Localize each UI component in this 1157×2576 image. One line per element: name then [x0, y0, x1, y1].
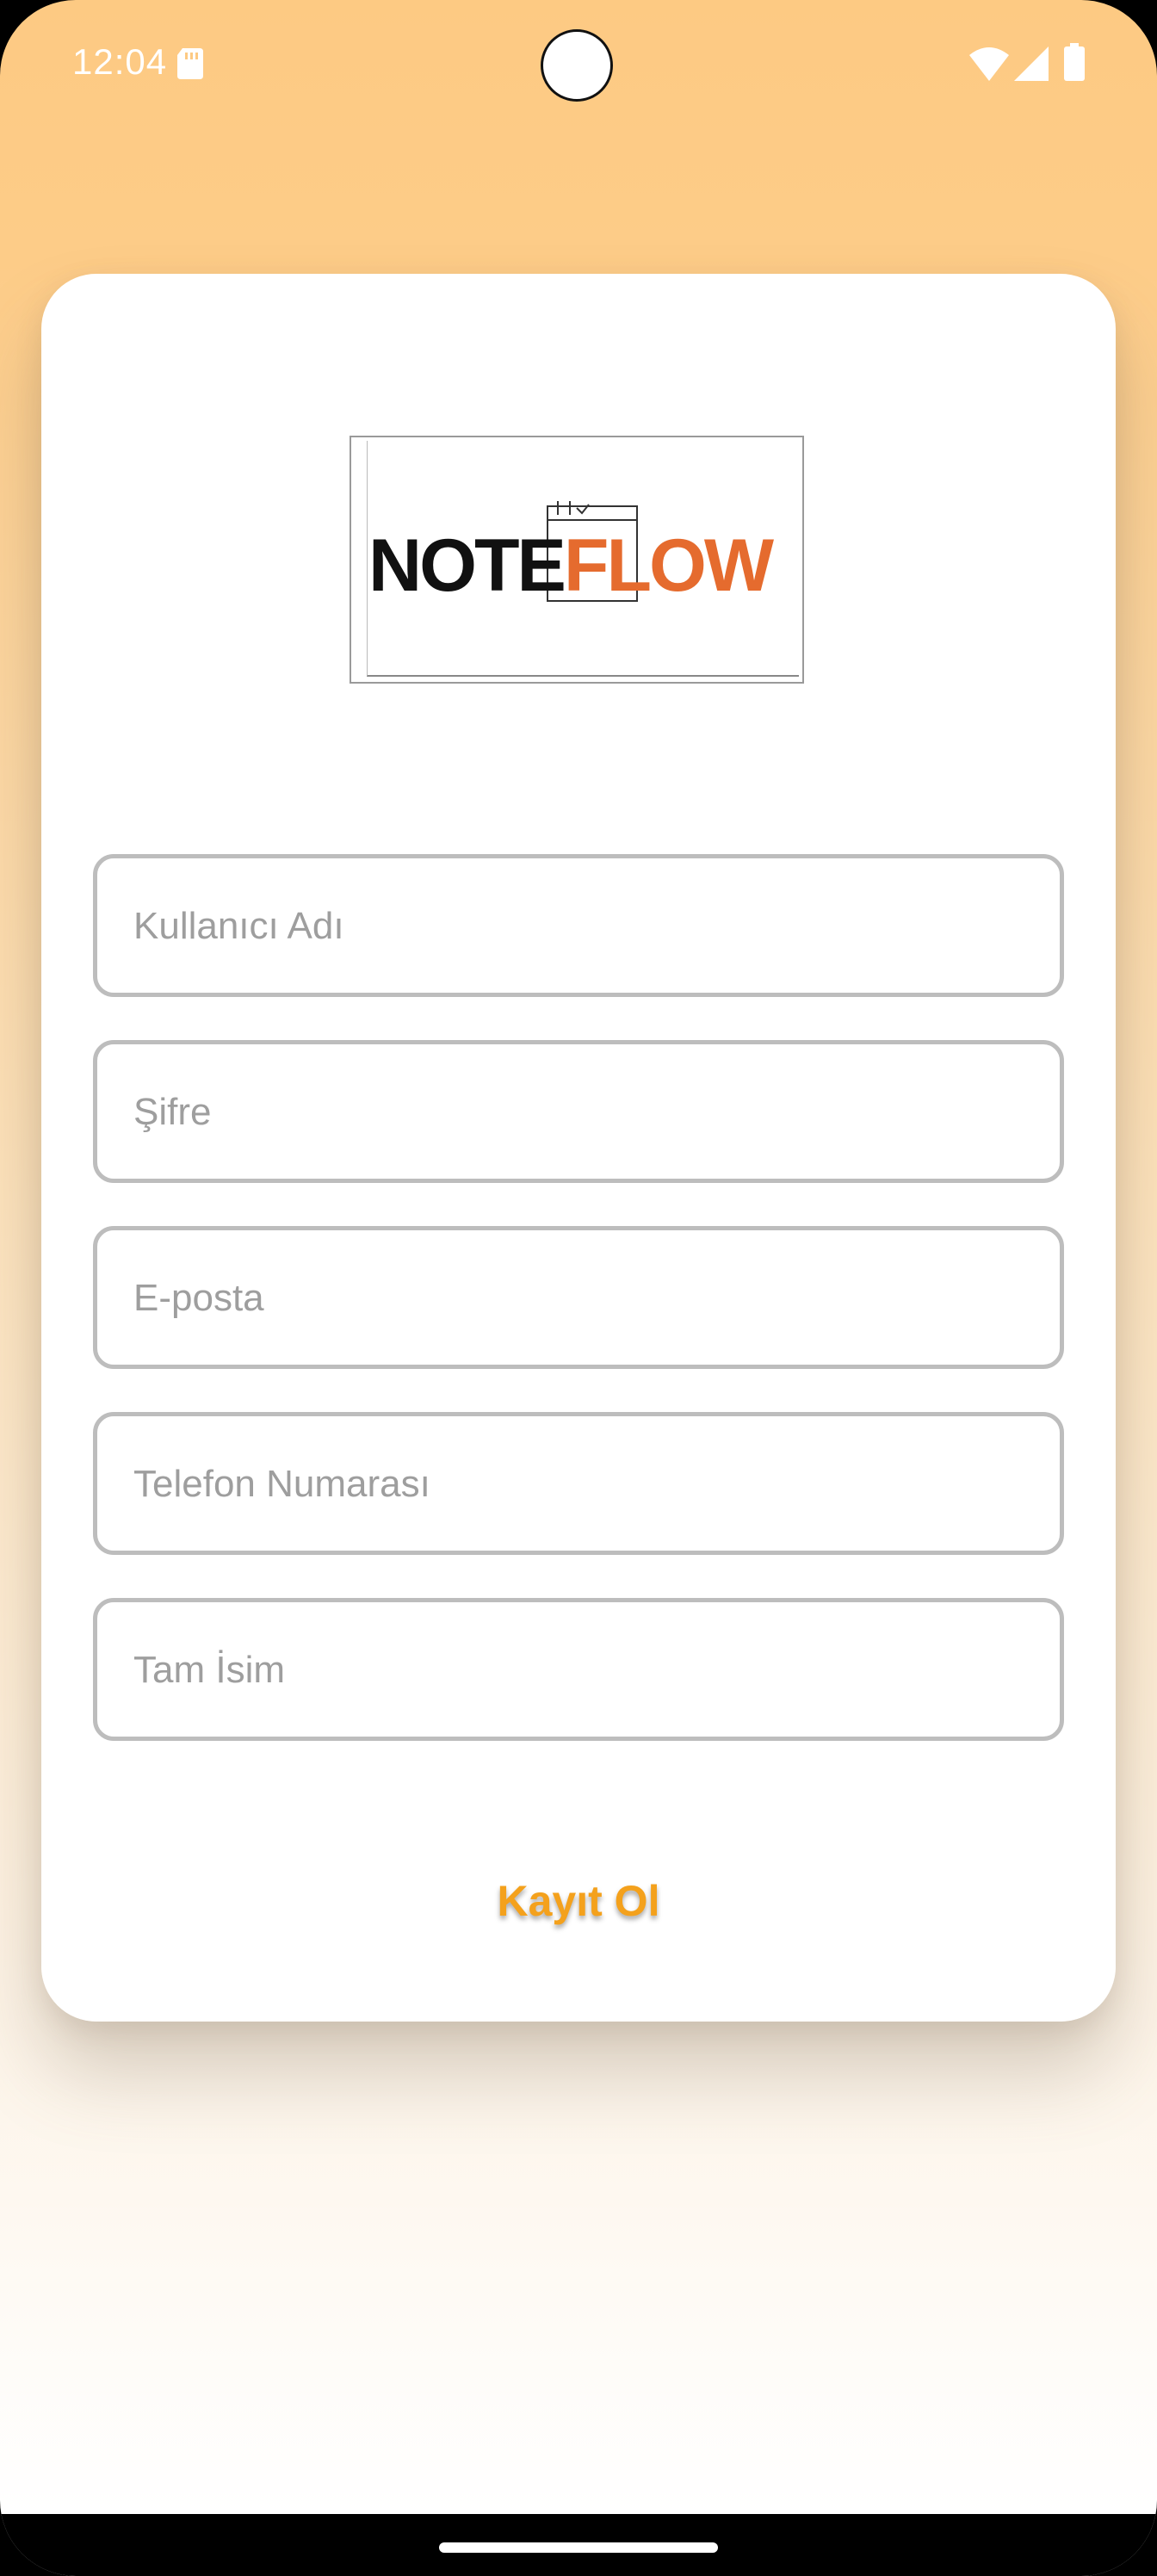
status-time: 12:04 — [72, 41, 168, 82]
fullname-field[interactable] — [93, 1598, 1064, 1741]
noteflow-logo: NOTEFLOW — [350, 436, 804, 684]
status-bar: 12:04 — [0, 0, 1157, 129]
username-input[interactable] — [132, 858, 1030, 994]
home-indicator[interactable] — [439, 2542, 718, 2553]
logo-note-text: NOTE — [368, 524, 566, 607]
logo-wordmark: NOTEFLOW — [368, 523, 774, 609]
logo-flow-text: FLOW — [563, 524, 774, 607]
password-field[interactable] — [93, 1040, 1064, 1183]
battery-icon — [1064, 43, 1085, 81]
email-field[interactable] — [93, 1226, 1064, 1369]
fullname-input[interactable] — [132, 1602, 1030, 1738]
sd-card-icon — [177, 48, 203, 79]
register-button[interactable]: Kayıt Ol — [406, 1867, 751, 1935]
email-input[interactable] — [132, 1230, 1030, 1366]
wifi-icon — [969, 47, 1009, 81]
password-input[interactable] — [132, 1044, 1030, 1180]
username-field[interactable] — [93, 854, 1064, 997]
phone-field[interactable] — [93, 1412, 1064, 1555]
phone-input[interactable] — [132, 1416, 1030, 1552]
front-camera — [541, 29, 613, 102]
app-screen: 12:04 NOTEFLOW Kullanıcı Adı E-posta Tel… — [0, 0, 1157, 2576]
signal-icon — [1014, 46, 1049, 81]
